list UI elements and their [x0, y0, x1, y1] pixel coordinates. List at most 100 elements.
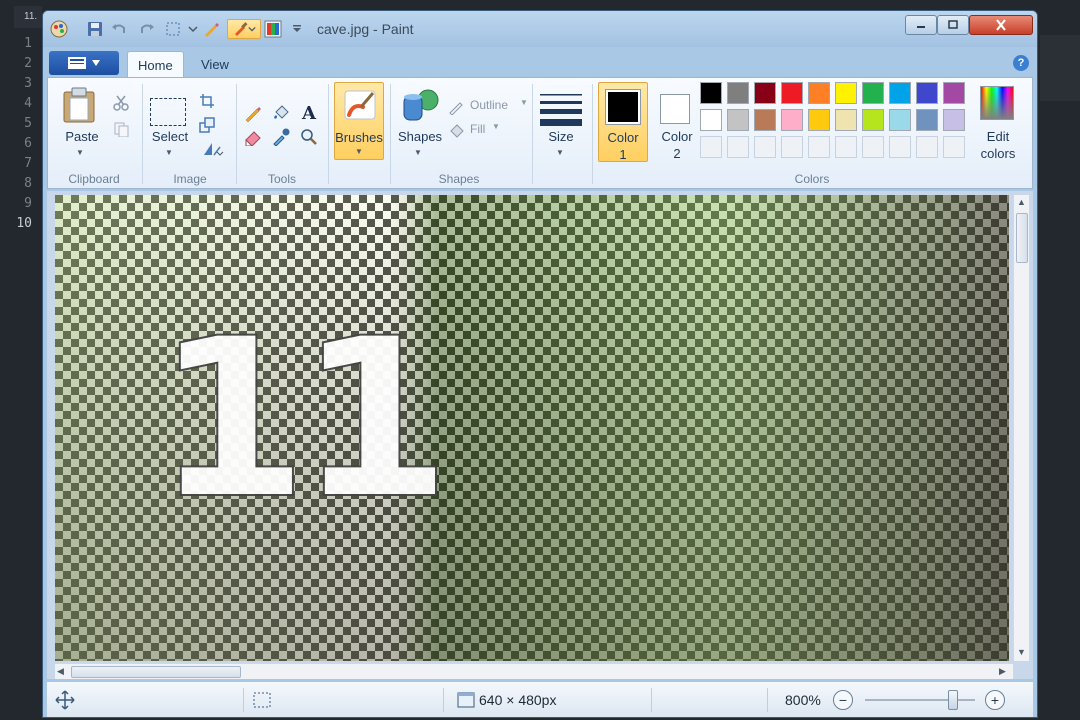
palette-swatch[interactable] — [835, 109, 857, 131]
copy-icon[interactable] — [110, 118, 132, 140]
scroll-up-icon[interactable]: ▲ — [1017, 197, 1026, 207]
palette-swatch-empty[interactable] — [862, 136, 884, 158]
paste-dropdown-arrow[interactable]: ▼ — [76, 148, 84, 157]
color-spectrum-icon — [980, 86, 1014, 120]
size-dropdown-arrow[interactable]: ▼ — [556, 148, 564, 157]
palette-swatch-empty[interactable] — [916, 136, 938, 158]
color-1-button[interactable]: Color 1 — [598, 82, 648, 162]
line-number: 9 — [24, 196, 32, 211]
paint-app-icon[interactable] — [49, 19, 69, 39]
eraser-icon[interactable] — [242, 126, 264, 148]
redo-icon[interactable] — [137, 19, 157, 39]
palette-swatch-empty[interactable] — [808, 136, 830, 158]
resize-icon[interactable] — [196, 114, 218, 136]
tab-home[interactable]: Home — [127, 51, 184, 78]
text-tool-icon[interactable]: A — [298, 102, 320, 124]
magnifier-icon[interactable] — [298, 126, 320, 148]
fill-bucket-icon[interactable] — [270, 102, 292, 124]
zoom-in-icon[interactable]: + — [985, 690, 1005, 710]
shapes-icon[interactable] — [400, 86, 440, 129]
chevron-down-icon[interactable] — [183, 19, 203, 39]
palette-swatch-empty[interactable] — [727, 136, 749, 158]
palette-swatch[interactable] — [889, 82, 911, 104]
palette-swatch[interactable] — [916, 82, 938, 104]
palette-swatch[interactable] — [862, 109, 884, 131]
palette-swatch[interactable] — [700, 109, 722, 131]
palette-swatch[interactable] — [781, 109, 803, 131]
outline-icon[interactable] — [446, 96, 468, 118]
tab-view[interactable]: View — [191, 51, 239, 78]
outline-dropdown-arrow[interactable]: ▼ — [520, 98, 528, 107]
palette-swatch[interactable] — [754, 109, 776, 131]
scroll-left-icon[interactable]: ◀ — [57, 666, 64, 677]
palette-swatch[interactable] — [808, 109, 830, 131]
select-qat-icon[interactable] — [163, 19, 183, 39]
ribbon-tab-bar: Home View ? — [47, 49, 1033, 78]
minimize-button[interactable] — [905, 15, 937, 35]
scroll-down-icon[interactable]: ▼ — [1017, 647, 1026, 657]
customize-qat-icon[interactable] — [287, 19, 307, 39]
palette-swatch-empty[interactable] — [781, 136, 803, 158]
title-bar[interactable]: cave.jpg - Paint — [43, 11, 1037, 47]
palette-swatch[interactable] — [727, 109, 749, 131]
zoom-slider-track[interactable] — [865, 699, 975, 701]
fill-dropdown-arrow[interactable]: ▼ — [492, 122, 500, 131]
palette-swatch[interactable] — [835, 82, 857, 104]
pencil-icon[interactable] — [242, 102, 264, 124]
vertical-scrollbar[interactable]: ▲ ▼ — [1013, 195, 1029, 661]
select-button[interactable]: Select — [144, 128, 196, 145]
paste-button[interactable]: Paste — [54, 128, 110, 145]
zoom-out-icon[interactable]: − — [833, 690, 853, 710]
palette-swatch-empty[interactable] — [889, 136, 911, 158]
palette-swatch[interactable] — [727, 82, 749, 104]
maximize-button[interactable] — [937, 15, 969, 35]
select-dropdown-arrow[interactable]: ▼ — [165, 148, 173, 157]
palette-swatch[interactable] — [754, 82, 776, 104]
outline-label[interactable]: Outline — [470, 98, 508, 112]
brush-qat-icon[interactable] — [227, 19, 261, 39]
fill-label[interactable]: Fill — [470, 122, 485, 136]
palette-swatch[interactable] — [781, 82, 803, 104]
horizontal-scrollbar[interactable]: ◀ ▶ — [55, 663, 1013, 679]
brushes-button[interactable]: Brushes ▼ — [334, 82, 384, 160]
rotate-icon[interactable] — [196, 138, 230, 160]
size-button[interactable]: Size — [536, 128, 586, 145]
paste-icon[interactable] — [62, 86, 96, 124]
editor-tab[interactable]: 11. — [14, 6, 42, 28]
shapes-button[interactable]: Shapes — [394, 128, 446, 145]
palette-swatch[interactable] — [808, 82, 830, 104]
size-icon[interactable] — [540, 92, 582, 131]
cut-icon[interactable] — [110, 92, 132, 114]
save-icon[interactable] — [85, 19, 105, 39]
palette-swatch-empty[interactable] — [700, 136, 722, 158]
palette-swatch-empty[interactable] — [943, 136, 965, 158]
vertical-scroll-thumb[interactable] — [1016, 213, 1028, 263]
help-icon[interactable]: ? — [1013, 55, 1029, 71]
crop-icon[interactable] — [196, 90, 218, 112]
scroll-right-icon[interactable]: ▶ — [999, 666, 1006, 677]
shapes-dropdown-arrow[interactable]: ▼ — [414, 148, 422, 157]
edit-colors-button[interactable]: Edit colors — [972, 82, 1024, 162]
fill-icon[interactable] — [446, 120, 468, 142]
close-button[interactable] — [969, 15, 1033, 35]
horizontal-scroll-thumb[interactable] — [71, 666, 241, 678]
palette-swatch[interactable] — [943, 109, 965, 131]
palette-swatch[interactable] — [889, 109, 911, 131]
palette-swatch[interactable] — [700, 82, 722, 104]
palette-swatch-empty[interactable] — [835, 136, 857, 158]
zoom-slider-thumb[interactable] — [948, 690, 958, 710]
pencil-qat-icon[interactable] — [201, 19, 221, 39]
color-1-swatch — [605, 89, 641, 125]
paint-menu-button[interactable] — [49, 51, 119, 75]
undo-icon[interactable] — [109, 19, 129, 39]
select-icon[interactable] — [150, 98, 186, 126]
palette-swatch-empty[interactable] — [754, 136, 776, 158]
palette-swatch[interactable] — [916, 109, 938, 131]
color-2-button[interactable]: Color 2 — [652, 82, 702, 162]
brushes-dropdown-arrow[interactable]: ▼ — [355, 147, 363, 156]
palette-swatch[interactable] — [943, 82, 965, 104]
palette-swatch[interactable] — [862, 82, 884, 104]
image-canvas[interactable]: 11 — [55, 195, 1009, 661]
color-picker-icon[interactable] — [270, 126, 292, 148]
color-palette-qat-icon[interactable] — [263, 19, 283, 39]
